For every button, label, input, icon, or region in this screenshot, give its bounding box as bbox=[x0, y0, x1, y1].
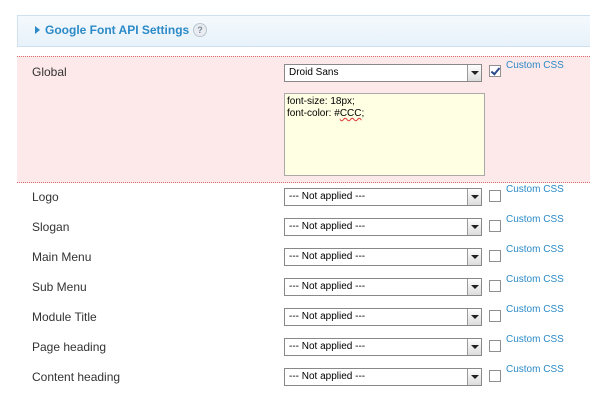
font-row: Sub Menu --- Not applied --- Custom CSS bbox=[17, 274, 590, 306]
font-select[interactable]: --- Not applied --- bbox=[284, 338, 482, 356]
css-line-text: font-color: # bbox=[287, 108, 340, 119]
font-row: Slogan --- Not applied --- Custom CSS bbox=[17, 214, 590, 246]
font-select-value: --- Not applied --- bbox=[289, 251, 366, 262]
font-select[interactable]: --- Not applied --- bbox=[284, 188, 482, 206]
font-row-label: Slogan bbox=[32, 220, 70, 234]
chevron-down-icon[interactable] bbox=[467, 249, 481, 265]
global-font-value: Droid Sans bbox=[289, 67, 339, 78]
font-select-value: --- Not applied --- bbox=[289, 191, 366, 202]
font-select-value: --- Not applied --- bbox=[289, 311, 366, 322]
custom-css-checkbox[interactable] bbox=[489, 250, 501, 262]
css-line: font-color: #CCC; bbox=[287, 108, 482, 120]
font-row-label: Page heading bbox=[32, 340, 107, 354]
custom-css-checkbox[interactable] bbox=[489, 340, 501, 352]
font-select-value: --- Not applied --- bbox=[289, 281, 366, 292]
chevron-down-icon[interactable] bbox=[467, 279, 481, 295]
css-line-end: ; bbox=[361, 108, 365, 119]
font-select[interactable]: --- Not applied --- bbox=[284, 218, 482, 236]
chevron-down-icon[interactable] bbox=[467, 219, 481, 235]
global-label: Global bbox=[32, 65, 67, 79]
custom-css-label[interactable]: Custom CSS bbox=[506, 334, 564, 345]
font-select[interactable]: --- Not applied --- bbox=[284, 278, 482, 296]
global-font-select[interactable]: Droid Sans bbox=[284, 64, 482, 82]
custom-css-label[interactable]: Custom CSS bbox=[506, 184, 564, 195]
chevron-down-icon[interactable] bbox=[467, 65, 481, 81]
font-select-value: --- Not applied --- bbox=[289, 221, 366, 232]
custom-css-label[interactable]: Custom CSS bbox=[506, 304, 564, 315]
font-select[interactable]: --- Not applied --- bbox=[284, 308, 482, 326]
custom-css-checkbox[interactable] bbox=[489, 190, 501, 202]
chevron-down-icon[interactable] bbox=[467, 339, 481, 355]
font-row: Main Menu --- Not applied --- Custom CSS bbox=[17, 244, 590, 276]
chevron-down-icon[interactable] bbox=[467, 189, 481, 205]
global-custom-css-checkbox[interactable] bbox=[489, 65, 501, 77]
custom-css-checkbox[interactable] bbox=[489, 280, 501, 292]
font-row: Module Title --- Not applied --- Custom CS… bbox=[17, 304, 590, 336]
font-row: Content heading --- Not applied --- Custom… bbox=[17, 364, 590, 396]
custom-css-label[interactable]: Custom CSS bbox=[506, 214, 564, 225]
font-row-label: Logo bbox=[32, 190, 59, 204]
font-row-label: Sub Menu bbox=[32, 280, 87, 294]
custom-css-checkbox[interactable] bbox=[489, 310, 501, 322]
custom-css-label[interactable]: Custom CSS bbox=[506, 274, 564, 285]
custom-css-label[interactable]: Custom CSS bbox=[506, 244, 564, 255]
help-icon[interactable]: ? bbox=[193, 23, 207, 37]
settings-section-header[interactable]: Google Font API Settings ? bbox=[17, 15, 590, 47]
custom-css-checkbox[interactable] bbox=[489, 220, 501, 232]
global-custom-css-label[interactable]: Custom CSS bbox=[506, 60, 564, 71]
font-select[interactable]: --- Not applied --- bbox=[284, 248, 482, 266]
chevron-down-icon[interactable] bbox=[467, 369, 481, 385]
font-row-label: Main Menu bbox=[32, 250, 92, 264]
global-custom-css-textarea[interactable]: font-size: 18px; font-color: #CCC; bbox=[284, 93, 485, 176]
spellcheck-word: CCC bbox=[339, 108, 362, 119]
css-line: font-size: 18px; bbox=[287, 96, 355, 107]
font-select-value: --- Not applied --- bbox=[289, 341, 366, 352]
font-row-label: Content heading bbox=[32, 370, 121, 384]
custom-css-checkbox[interactable] bbox=[489, 370, 501, 382]
font-row-label: Module Title bbox=[32, 310, 97, 324]
font-row: Page heading --- Not applied --- Custom CS… bbox=[17, 334, 590, 366]
expand-arrow-icon[interactable] bbox=[35, 26, 40, 34]
global-font-row: Global Droid Sans Custom CSS font-size: … bbox=[17, 56, 590, 183]
font-row: Logo --- Not applied --- Custom CSS bbox=[17, 184, 590, 216]
section-title[interactable]: Google Font API Settings bbox=[45, 23, 189, 37]
custom-css-label[interactable]: Custom CSS bbox=[506, 364, 564, 375]
font-select[interactable]: --- Not applied --- bbox=[284, 368, 482, 386]
chevron-down-icon[interactable] bbox=[467, 309, 481, 325]
font-select-value: --- Not applied --- bbox=[289, 371, 366, 382]
